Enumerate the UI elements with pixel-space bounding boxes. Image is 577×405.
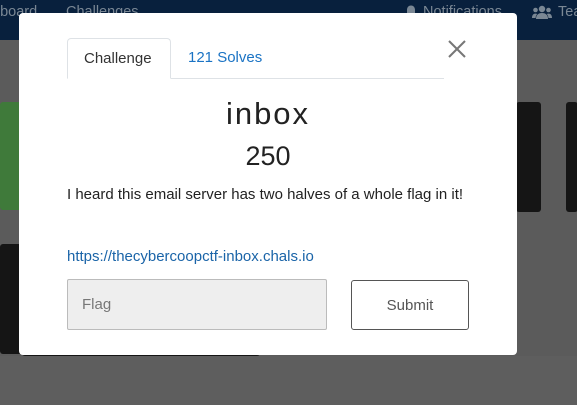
modal-tabs: Challenge 121 Solves [67,38,444,79]
flag-input[interactable] [67,279,327,330]
challenge-modal: Challenge 121 Solves inbox 250 I heard t… [19,13,517,355]
tab-solves[interactable]: 121 Solves [172,38,278,78]
submit-button[interactable]: Submit [351,280,469,330]
page-background [0,356,577,405]
users-icon [532,5,552,19]
challenge-name: inbox [225,96,311,131]
challenge-card[interactable] [566,102,577,212]
close-icon [448,40,466,58]
challenge-card[interactable] [516,102,541,212]
nav-link-team[interactable]: Tea [532,4,577,20]
nav-team-label: Tea [558,4,577,20]
challenge-description: I heard this email server has two halves… [67,186,464,203]
challenge-value: 250 [245,141,291,171]
close-button[interactable] [447,39,467,59]
challenge-url-link[interactable]: https://thecybercoopctf-inbox.chals.io [67,248,314,265]
tab-challenge[interactable]: Challenge [67,38,171,79]
